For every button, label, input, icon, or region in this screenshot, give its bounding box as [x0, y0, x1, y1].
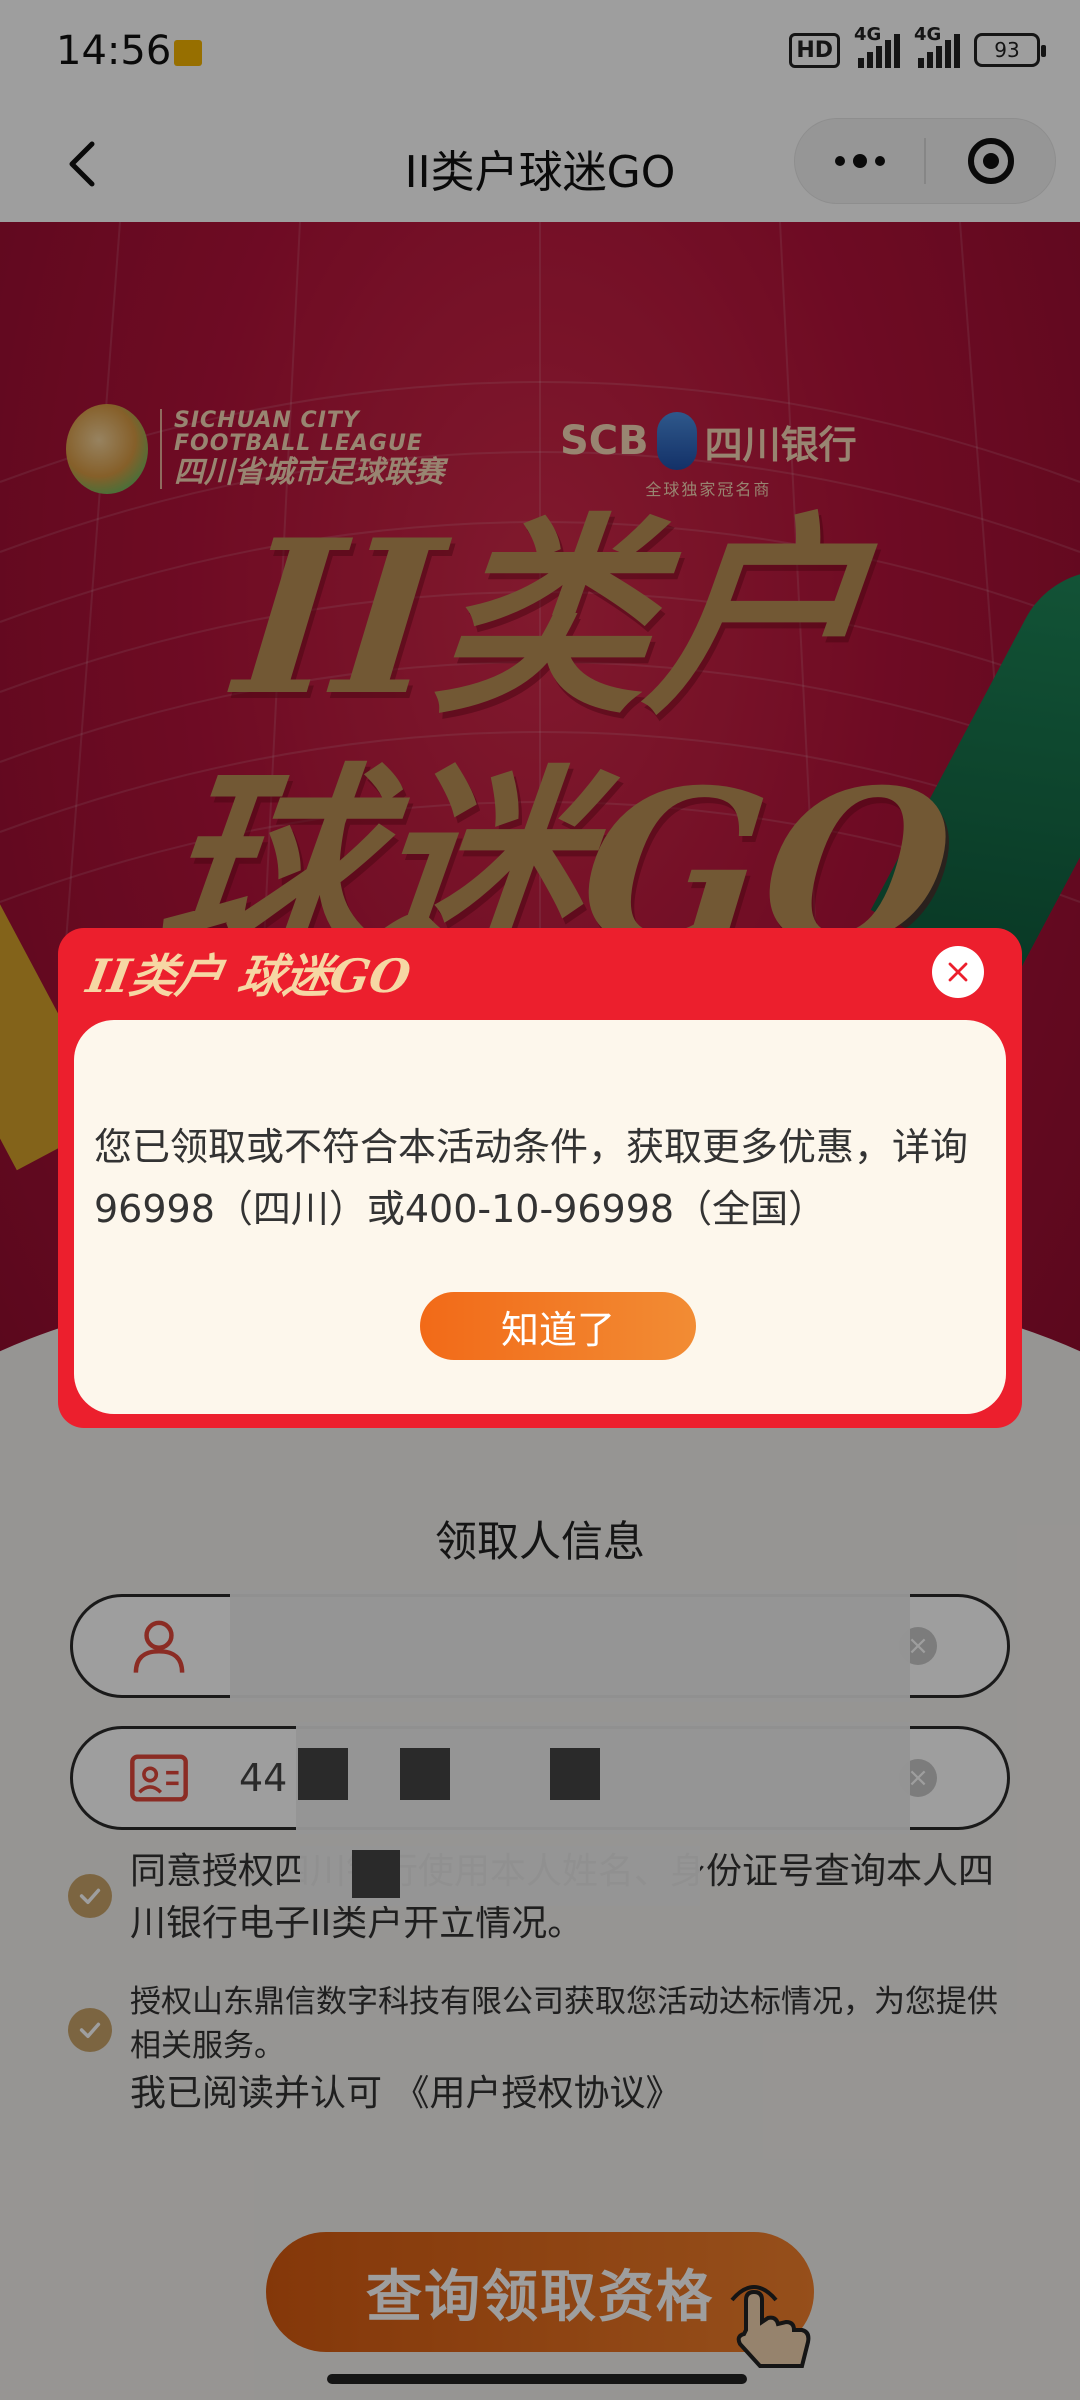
notice-dialog: II类户 球迷GO 您已领取或不符合本活动条件，获取更多优惠，详询96998（四…: [58, 928, 1022, 1428]
dialog-body: 您已领取或不符合本活动条件，获取更多优惠，详询96998（四川）或400-10-…: [74, 1020, 1006, 1414]
got-it-button[interactable]: 知道了: [420, 1292, 696, 1360]
dialog-brand-title: II类户 球迷GO: [82, 949, 415, 1003]
close-icon[interactable]: [932, 946, 984, 998]
dialog-message: 您已领取或不符合本活动条件，获取更多优惠，详询96998（四川）或400-10-…: [94, 1125, 969, 1231]
